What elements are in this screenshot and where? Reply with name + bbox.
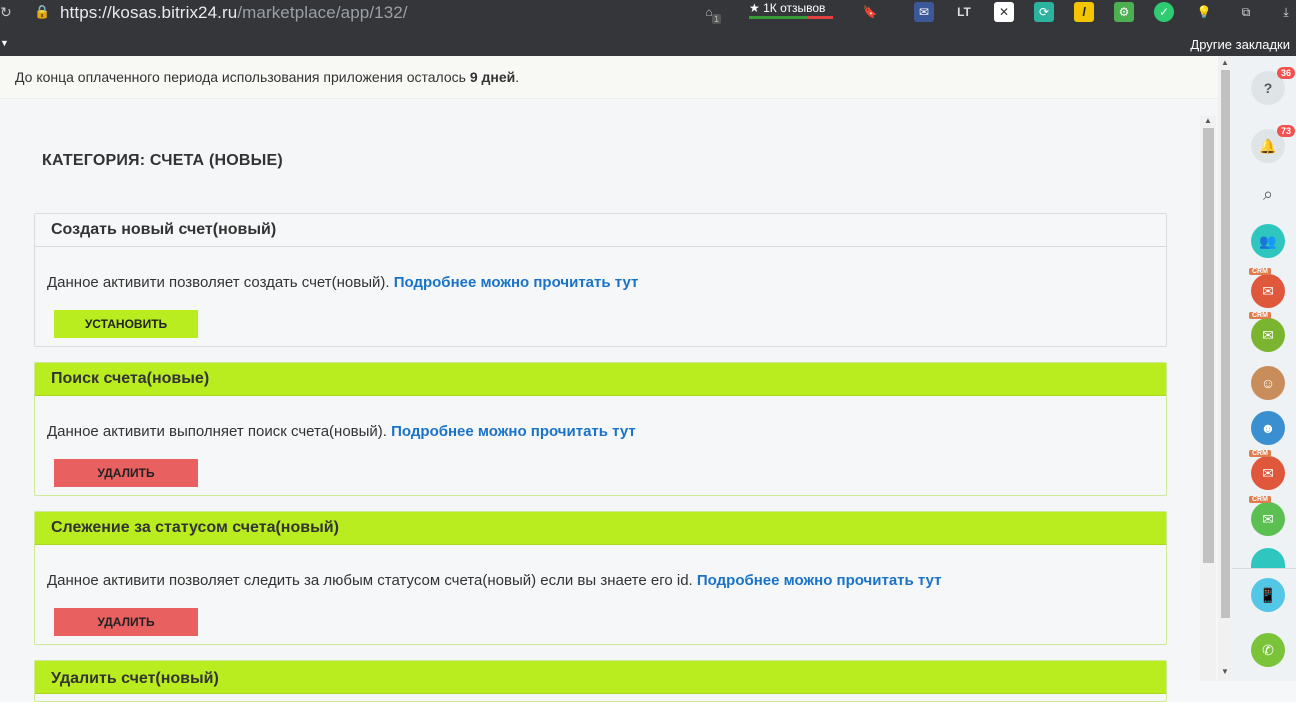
card-desc-text: Данное активити позволяет следить за люб… (47, 572, 693, 589)
card-title: Удалить счет(новый) (51, 670, 219, 687)
url-host: https://kosas.bitrix24.ru (60, 3, 238, 22)
card-description: Данное активити позволяет создать счет(н… (47, 274, 638, 291)
help-icon[interactable]: ? 36 (1251, 67, 1295, 105)
frame-scrollbar-thumb[interactable] (1203, 128, 1214, 563)
crm-chat-icon-3[interactable]: ✉ CRM (1249, 450, 1285, 490)
crm-tag: CRM (1249, 268, 1271, 275)
help-badge: 36 (1276, 67, 1295, 79)
lock-icon[interactable]: 🔒 (34, 4, 50, 20)
card-title: Поиск счета(новые) (51, 370, 210, 387)
card-header: Удалить счет(новый) (35, 661, 1166, 694)
card-title: Создать новый счет(новый) (51, 221, 277, 238)
install-button[interactable]: УСТАНОВИТЬ (54, 310, 198, 338)
remove-button[interactable]: УДАЛИТЬ (54, 608, 198, 636)
card-description: Данное активити выполняет поиск счета(но… (47, 423, 636, 440)
address-row: ↻ 🔒 https://kosas.bitrix24.ru/marketplac… (0, 0, 1296, 26)
crm-chat-icon-2[interactable]: ✉ CRM (1249, 312, 1285, 352)
activity-card-status: Слежение за статусом счета(новый) Данное… (34, 511, 1167, 645)
card-header: Поиск счета(новые) (35, 363, 1166, 396)
crm-chat-icon-1[interactable]: ✉ CRM (1249, 268, 1285, 308)
refresh-extension-icon[interactable]: ⟳ (1034, 2, 1054, 22)
crm-tag: CRM (1249, 496, 1271, 503)
category-title: КАТЕГОРИЯ: СЧЕТА (НОВЫЕ) (42, 152, 283, 169)
url-path: /marketplace/app/132/ (237, 3, 408, 22)
app-area: До конца оплаченного периода использован… (0, 56, 1232, 702)
other-bookmarks[interactable]: Другие закладки (1190, 37, 1290, 52)
sidebar-divider (1232, 568, 1296, 569)
card-title: Слежение за статусом счета(новый) (51, 519, 339, 536)
frame-scrollbar[interactable]: ▲ (1200, 116, 1216, 681)
extension-icon-badge[interactable]: ⌂ 1 (699, 2, 721, 24)
more-chats-icon[interactable] (1251, 548, 1285, 568)
more-info-link[interactable]: Подробнее можно прочитать тут (697, 572, 942, 589)
reload-icon[interactable]: ↻ (0, 4, 14, 20)
translate-extension-icon[interactable]: LT (954, 2, 974, 22)
notice-days: 9 дней (469, 69, 516, 85)
check-shield-icon[interactable]: ✓ (1154, 2, 1174, 22)
tools-extension-icon[interactable]: ✕ (994, 2, 1014, 22)
crm-tag: CRM (1249, 312, 1271, 319)
search-icon[interactable]: ⌕ (1251, 177, 1285, 211)
notifications-badge: 73 (1276, 125, 1295, 137)
notice-prefix: До конца оплаченного периода использован… (15, 69, 470, 85)
bot-avatar[interactable]: ☻ (1251, 411, 1285, 445)
activity-card-create: Создать новый счет(новый) Данное активит… (34, 213, 1167, 347)
notifications-bell-icon[interactable]: 🔔 73 (1251, 125, 1295, 163)
card-desc-text: Данное активити выполняет поиск счета(но… (47, 423, 387, 440)
browser-toolbar: ↻ 🔒 https://kosas.bitrix24.ru/marketplac… (0, 0, 1296, 56)
group-avatar[interactable]: ☺ (1251, 366, 1285, 400)
crm-chat-icon-4[interactable]: ✉ CRM (1249, 496, 1285, 536)
notice-text: До конца оплаченного периода использован… (15, 69, 519, 85)
extension-badge: 1 (711, 14, 721, 24)
card-header: Слежение за статусом счета(новый) (35, 512, 1166, 545)
page-scrollbar[interactable]: ▲ ▼ (1218, 56, 1232, 681)
address-bar[interactable]: https://kosas.bitrix24.ru/marketplace/ap… (60, 3, 408, 23)
contacts-icon[interactable]: 👥 (1251, 224, 1285, 258)
phone-call-icon[interactable]: ✆ (1251, 633, 1285, 667)
mobile-app-icon[interactable]: 📱 (1251, 578, 1285, 612)
scroll-up-icon[interactable]: ▲ (1221, 58, 1229, 67)
card-desc-text: Данное активити позволяет создать счет(н… (47, 274, 390, 291)
reviews-label: 1К отзывов (763, 1, 826, 15)
right-sidebar: ? 36 🔔 73 ⌕ 👥 ✉ CRM ✉ CRM ☺ ☻ ✉ CRM ✉ CRM 📱 ✆ (1232, 56, 1296, 681)
notice-suffix: . (515, 69, 520, 85)
download-icon[interactable]: ⤓ (1276, 2, 1296, 22)
subscription-notice: До конца оплаченного периода использован… (0, 56, 1218, 99)
page-scrollbar-thumb[interactable] (1221, 70, 1230, 618)
card-description: Данное активити позволяет следить за люб… (47, 572, 942, 589)
reviews-button[interactable]: ★ 1К отзывов (749, 1, 825, 15)
bulb-extension-icon[interactable]: 💡 (1194, 2, 1214, 22)
remove-button[interactable]: УДАЛИТЬ (54, 459, 198, 487)
frame-scroll-up-icon[interactable]: ▲ (1204, 116, 1212, 125)
bookmarks-caret-icon[interactable]: ▼ (0, 38, 9, 48)
puzzle-extension-icon[interactable]: ⧉ (1236, 2, 1256, 22)
bookmark-icon[interactable]: 🔖 (860, 2, 880, 22)
more-info-link[interactable]: Подробнее можно прочитать тут (394, 274, 639, 291)
activity-card-search: Поиск счета(новые) Данное активити выпол… (34, 362, 1167, 496)
app-frame: КАТЕГОРИЯ: СЧЕТА (НОВЫЕ) Создать новый с… (0, 116, 1218, 702)
shield-extension-icon[interactable]: ⚙ (1114, 2, 1134, 22)
crm-tag: CRM (1249, 450, 1271, 457)
l-extension-icon[interactable]: l (1074, 2, 1094, 22)
reviews-rating-bar (749, 16, 833, 19)
mail-extension-icon[interactable]: ✉ (914, 2, 934, 22)
scroll-down-icon[interactable]: ▼ (1221, 667, 1229, 676)
more-info-link[interactable]: Подробнее можно прочитать тут (391, 423, 636, 440)
card-header: Создать новый счет(новый) (35, 214, 1166, 247)
activity-card-delete: Удалить счет(новый) (34, 660, 1167, 702)
